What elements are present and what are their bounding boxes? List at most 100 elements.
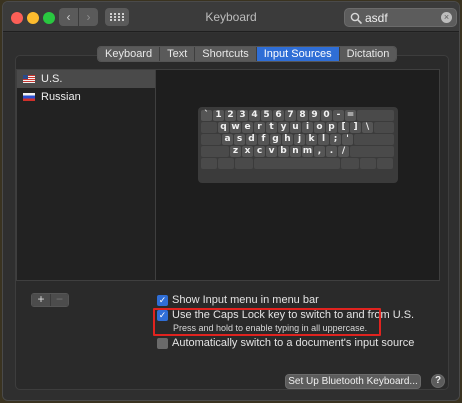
keyboard-modifier-key — [350, 146, 394, 157]
keyboard-key: h — [282, 134, 293, 145]
keyboard-row: ` 1 2 3 4 5 6 7 8 9 0- = — [201, 110, 395, 121]
keyboard-key: y — [278, 122, 289, 133]
tab-input-sources[interactable]: Input Sources — [256, 47, 340, 61]
keyboard-key: 0 — [321, 110, 332, 121]
keyboard-key: d — [246, 134, 257, 145]
keyboard-modifier-key — [354, 134, 394, 145]
help-button[interactable]: ? — [431, 374, 445, 388]
input-source-list: U.S. Russian — [16, 69, 156, 281]
search-field[interactable]: × — [344, 8, 457, 27]
keyboard-key: 3 — [237, 110, 248, 121]
keyboard-modifier-key — [201, 122, 217, 133]
keyboard-key: 1 — [213, 110, 224, 121]
keyboard-key: a — [222, 134, 233, 145]
keyboard-key: . — [326, 146, 337, 157]
keyboard-key: - — [333, 110, 344, 121]
keyboard-key: / — [338, 146, 349, 157]
keyboard-modifier-key — [374, 122, 394, 133]
keyboard-modifier-key — [201, 134, 221, 145]
add-input-source-button[interactable]: + — [32, 294, 50, 306]
keyboard-key: s — [234, 134, 245, 145]
caps-lock-checkbox[interactable]: ✓ — [157, 309, 168, 321]
tab-text[interactable]: Text — [160, 47, 196, 61]
keyboard-key: 4 — [249, 110, 260, 121]
show-input-menu-checkbox[interactable]: ✓ — [157, 294, 168, 306]
caps-lock-option[interactable]: ✓ Use the Caps Lock key to switch to and… — [157, 309, 414, 321]
keyboard-key: = — [345, 110, 356, 121]
preferences-window: ‹ › Keyboard × Keyboard Text Shortcuts I… — [2, 1, 460, 401]
show-input-menu-option[interactable]: ✓ Show Input menu in menu bar — [157, 294, 319, 306]
keyboard-modifier-key — [218, 158, 234, 169]
auto-switch-checkbox[interactable] — [157, 337, 168, 349]
keyboard-spacebar — [254, 158, 340, 169]
keyboard-modifier-key — [357, 110, 394, 121]
keyboard-row: z x c v b n m,. / — [201, 146, 395, 157]
keyboard-key: o — [314, 122, 325, 133]
keyboard-key: n — [290, 146, 301, 157]
clear-search-icon[interactable]: × — [441, 12, 452, 23]
keyboard-key: 9 — [309, 110, 320, 121]
tab-keyboard[interactable]: Keyboard — [98, 47, 161, 61]
keyboard-key: ' — [342, 134, 353, 145]
keyboard-key: x — [242, 146, 253, 157]
keyboard-key: g — [270, 134, 281, 145]
remove-input-source-button[interactable]: − — [50, 294, 68, 306]
russia-flag-icon — [23, 93, 35, 101]
list-add-remove-control: + − — [31, 293, 69, 307]
search-icon — [350, 12, 362, 24]
list-item-russian[interactable]: Russian — [17, 88, 155, 106]
list-item-label: U.S. — [41, 73, 63, 85]
tab-dictation[interactable]: Dictation — [339, 47, 397, 61]
keyboard-key: 6 — [273, 110, 284, 121]
us-flag-icon — [23, 75, 35, 83]
keyboard-key: 7 — [285, 110, 296, 121]
search-input[interactable] — [365, 10, 437, 25]
keyboard-preview-area: ` 1 2 3 4 5 6 7 8 9 0- = q w e r t y u i o p[] \ a s d f g h j k l; ' z x c… — [156, 69, 440, 281]
keyboard-key: [ — [338, 122, 349, 133]
keyboard-key: t — [266, 122, 277, 133]
caps-lock-label: Use the Caps Lock key to switch to and f… — [172, 309, 415, 321]
keyboard-key: \ — [362, 122, 373, 133]
list-item-us[interactable]: U.S. — [17, 70, 155, 88]
keyboard-layout-preview: ` 1 2 3 4 5 6 7 8 9 0- = q w e r t y u i o p[] \ a s d f g h j k l; ' z x c… — [198, 107, 398, 183]
keyboard-key: 2 — [225, 110, 236, 121]
keyboard-row — [201, 158, 395, 169]
keyboard-key: m — [302, 146, 313, 157]
keyboard-key: i — [302, 122, 313, 133]
keyboard-key: ] — [350, 122, 361, 133]
keyboard-key: f — [258, 134, 269, 145]
keyboard-key: u — [290, 122, 301, 133]
list-item-label: Russian — [41, 91, 81, 103]
keyboard-key: q — [218, 122, 229, 133]
keyboard-key: l — [318, 134, 329, 145]
keyboard-key: v — [266, 146, 277, 157]
caps-lock-sublabel: Press and hold to enable typing in all u… — [173, 323, 368, 333]
keyboard-key: p — [326, 122, 337, 133]
keyboard-modifier-key — [360, 158, 376, 169]
keyboard-modifier-key — [235, 158, 253, 169]
auto-switch-option[interactable]: Automatically switch to a document's inp… — [157, 337, 414, 349]
auto-switch-label: Automatically switch to a document's inp… — [172, 337, 415, 349]
keyboard-key: e — [242, 122, 253, 133]
pane-content: Keyboard Text Shortcuts Input Sources Di… — [3, 33, 459, 400]
title-bar: ‹ › Keyboard × — [3, 2, 459, 32]
checkmark-icon: ✓ — [158, 294, 167, 305]
keyboard-row: a s d f g h j k l; ' — [201, 134, 395, 145]
keyboard-modifier-key — [377, 158, 393, 169]
keyboard-key: 5 — [261, 110, 272, 121]
keyboard-key: j — [294, 134, 305, 145]
keyboard-modifier-key — [201, 146, 229, 157]
keyboard-key: , — [314, 146, 325, 157]
keyboard-modifier-key — [341, 158, 359, 169]
keyboard-row: q w e r t y u i o p[] \ — [201, 122, 395, 133]
keyboard-modifier-key — [201, 158, 217, 169]
keyboard-key: b — [278, 146, 289, 157]
setup-bluetooth-keyboard-button[interactable]: Set Up Bluetooth Keyboard... — [285, 374, 421, 389]
tab-shortcuts[interactable]: Shortcuts — [195, 47, 257, 61]
keyboard-key: 8 — [297, 110, 308, 121]
tab-bar: Keyboard Text Shortcuts Input Sources Di… — [97, 46, 398, 62]
keyboard-key: ; — [330, 134, 341, 145]
show-input-menu-label: Show Input menu in menu bar — [172, 294, 319, 306]
keyboard-key: k — [306, 134, 317, 145]
keyboard-key: ` — [201, 110, 212, 121]
